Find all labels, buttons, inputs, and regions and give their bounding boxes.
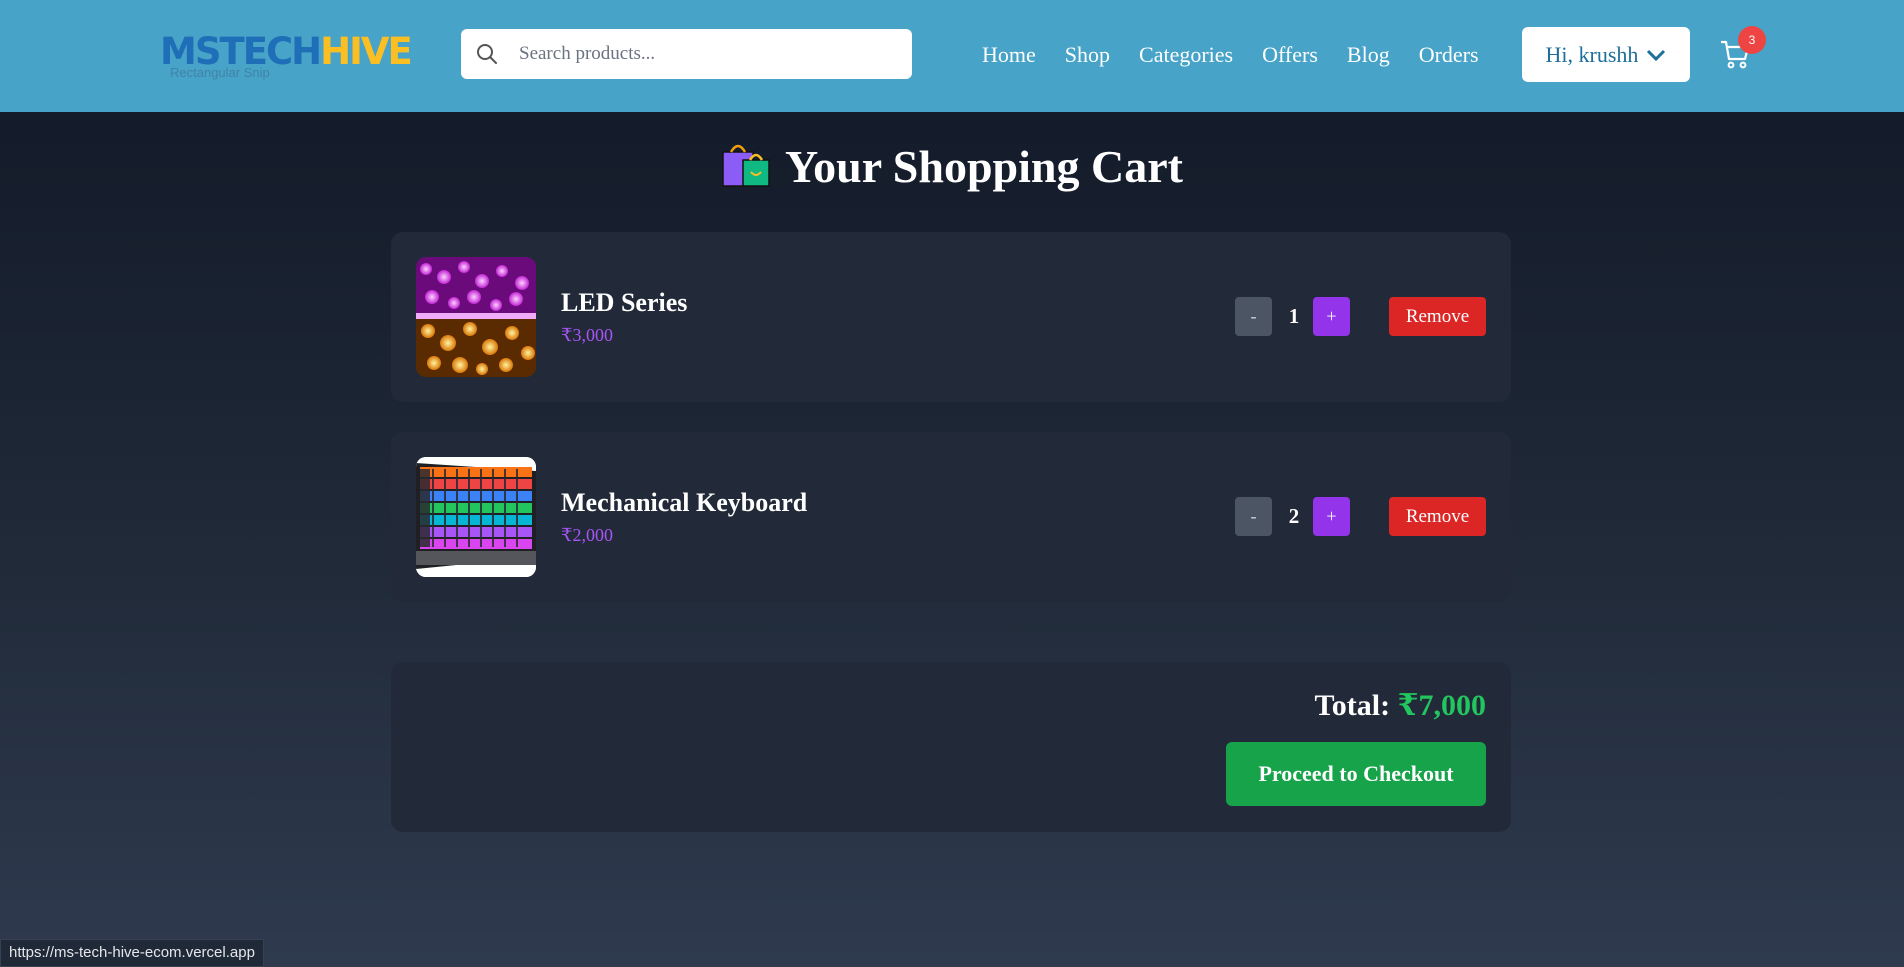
page-title-text: Your Shopping Cart <box>785 141 1183 192</box>
increase-quantity-button[interactable]: + <box>1313 297 1350 336</box>
search-icon <box>477 44 497 64</box>
chevron-down-icon <box>1647 49 1666 61</box>
quantity-value: 1 <box>1288 304 1300 328</box>
cart-item: LED Series ₹3,000 - 1 + Remove <box>391 232 1511 402</box>
cart-item: Mechanical Keyboard ₹2,000 - 2 + Remove <box>391 432 1511 602</box>
site-logo[interactable]: MSTECHHIVE Rectangular Snip <box>160 26 413 86</box>
remove-item-button[interactable]: Remove <box>1389 297 1486 336</box>
cart-total: Total: ₹7,000 <box>1315 688 1486 724</box>
item-name[interactable]: LED Series <box>561 288 687 318</box>
nav-offers[interactable]: Offers <box>1262 38 1318 72</box>
proceed-to-checkout-button[interactable]: Proceed to Checkout <box>1226 742 1486 806</box>
increase-quantity-button[interactable]: + <box>1313 497 1350 536</box>
cart-count-badge: 3 <box>1738 26 1766 54</box>
logo-overlay-text: Rectangular Snip <box>170 65 270 80</box>
user-greeting: Hi, krushh <box>1545 41 1639 67</box>
item-image-mechanical-keyboard[interactable] <box>416 457 536 577</box>
remove-item-button[interactable]: Remove <box>1389 497 1486 536</box>
decrease-quantity-button[interactable]: - <box>1235 497 1272 536</box>
search-bar <box>461 29 912 79</box>
nav-shop[interactable]: Shop <box>1065 38 1110 72</box>
search-input[interactable] <box>519 29 899 79</box>
logo-hive: HIVE <box>320 30 413 73</box>
navbar: MSTECHHIVE Rectangular Snip Home Shop Ca… <box>0 0 1904 112</box>
shopping-bags-icon <box>721 140 771 202</box>
cart-summary: Total: ₹7,000 Proceed to Checkout <box>391 662 1511 832</box>
user-menu-button[interactable]: Hi, krushh <box>1522 27 1690 82</box>
total-label: Total: <box>1314 689 1391 722</box>
item-price: ₹3,000 <box>561 325 613 345</box>
total-amount: ₹7,000 <box>1397 689 1486 722</box>
item-price: ₹2,000 <box>561 525 613 545</box>
nav-home[interactable]: Home <box>982 38 1036 72</box>
nav-orders[interactable]: Orders <box>1419 38 1479 72</box>
item-image-led-series[interactable] <box>416 257 536 377</box>
decrease-quantity-button[interactable]: - <box>1235 297 1272 336</box>
page-title: Your Shopping Cart <box>0 138 1904 202</box>
quantity-value: 2 <box>1288 504 1300 528</box>
item-name[interactable]: Mechanical Keyboard <box>561 488 807 518</box>
nav-categories[interactable]: Categories <box>1139 38 1233 72</box>
main-nav: Home Shop Categories Offers Blog Orders <box>982 38 1508 72</box>
nav-blog[interactable]: Blog <box>1347 38 1390 72</box>
status-bar-url: https://ms-tech-hive-ecom.vercel.app <box>0 939 264 967</box>
